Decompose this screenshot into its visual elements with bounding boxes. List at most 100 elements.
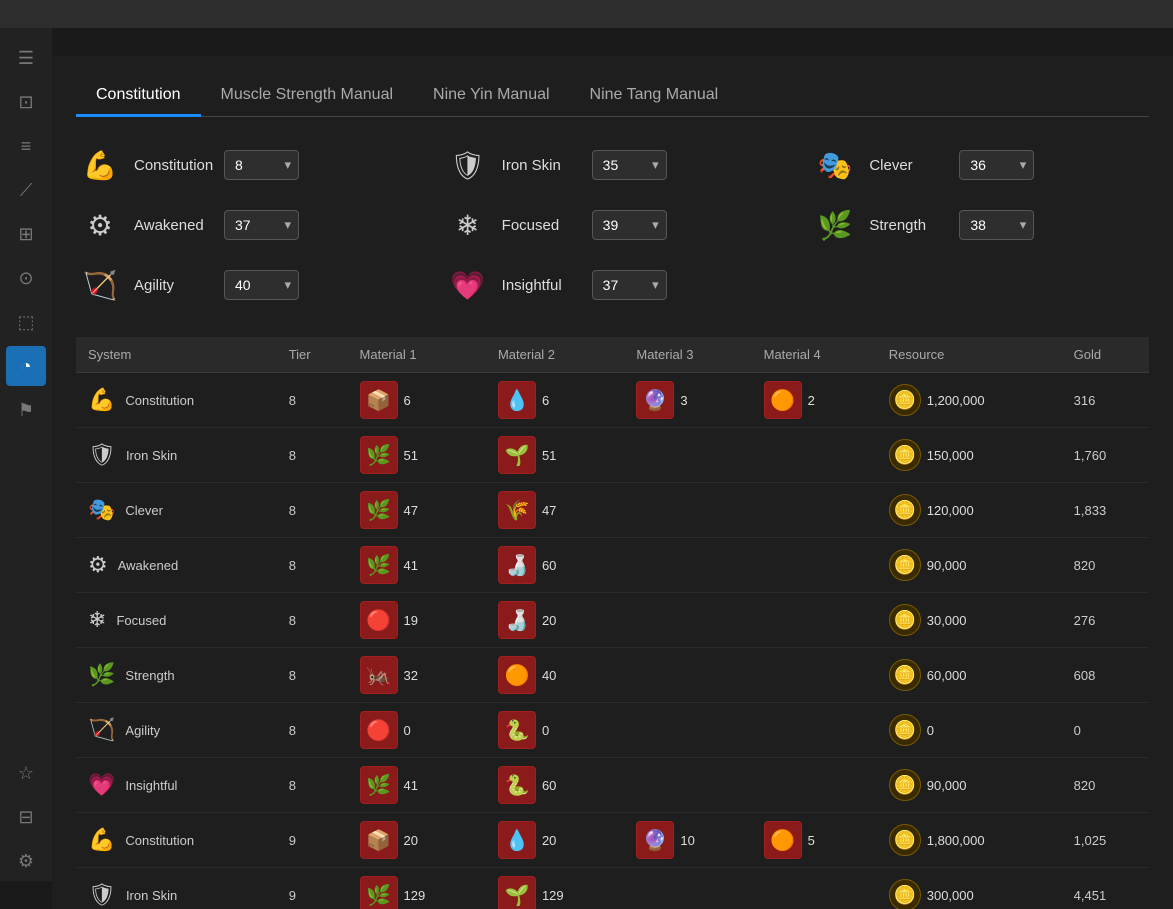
agility-label: Agility — [134, 277, 214, 294]
col-resource: Resource — [877, 337, 1062, 373]
cell-mat3 — [624, 483, 751, 538]
system-name: Iron Skin — [126, 888, 177, 903]
cell-gold: 316 — [1062, 373, 1149, 428]
grid-icon[interactable]: ⊟ — [6, 797, 46, 837]
cell-mat3-icon: 🔮 — [636, 381, 674, 419]
focused-select[interactable]: 39 — [592, 210, 667, 240]
tab-nine-yin-manual[interactable]: Nine Yin Manual — [413, 76, 570, 117]
cell-mat3 — [624, 648, 751, 703]
cell-mat4-value: 2 — [808, 393, 815, 408]
agility-select[interactable]: 40 — [224, 270, 299, 300]
system-icon: 💪 — [88, 387, 115, 413]
iron-skin-select[interactable]: 35 — [592, 150, 667, 180]
stat-row-awakened: ⚙Awakened37 — [76, 201, 414, 249]
cell-gold: 1,025 — [1062, 813, 1149, 868]
cell-mat2: 🍶20 — [486, 593, 624, 648]
flag-icon[interactable]: ⚑ — [6, 390, 46, 430]
cell-resource: 🪙1,800,000 — [877, 813, 1062, 868]
message-icon[interactable]: ⬚ — [6, 302, 46, 342]
cell-mat3: 🔮 10 — [624, 813, 751, 868]
chart-bar-icon[interactable]: ≡ — [6, 126, 46, 166]
timer-icon[interactable]: ◔ — [6, 346, 46, 386]
system-icon: 🏹 — [88, 717, 115, 743]
resource-value: 30,000 — [927, 613, 967, 628]
dashboard-icon[interactable]: ⊞ — [6, 214, 46, 254]
clever-label: Clever — [869, 157, 949, 174]
tab-constitution[interactable]: Constitution — [76, 76, 201, 117]
system-icon: 💗 — [88, 772, 115, 798]
cell-system: 🛡Iron Skin — [76, 428, 277, 483]
system-name: Strength — [125, 668, 174, 683]
clever-select[interactable]: 36 — [959, 150, 1034, 180]
awakened-select-wrapper[interactable]: 37 — [224, 210, 299, 240]
system-name: Constitution — [125, 393, 194, 408]
clever-icon: 🎭 — [811, 141, 859, 189]
agility-select-wrapper[interactable]: 40 — [224, 270, 299, 300]
cell-system: ❄Focused — [76, 593, 277, 648]
stat-row-insightful: 💗Insightful37 — [444, 261, 782, 309]
export-icon[interactable]: ⊡ — [6, 82, 46, 122]
trending-icon[interactable]: ⟋ — [6, 170, 46, 210]
cell-gold: 820 — [1062, 758, 1149, 813]
iron-skin-icon: 🛡 — [444, 141, 492, 189]
cell-mat1: 🌿41 — [348, 538, 486, 593]
cell-mat1-icon: 🌿 — [360, 491, 398, 529]
cell-system: ⚙Awakened — [76, 538, 277, 593]
strength-select-wrapper[interactable]: 38 — [959, 210, 1034, 240]
insightful-select-wrapper[interactable]: 37 — [592, 270, 667, 300]
cell-mat2-icon: 🍶 — [498, 546, 536, 584]
strength-icon: 🌿 — [811, 201, 859, 249]
cell-mat1: 📦6 — [348, 373, 486, 428]
cell-mat2-value: 6 — [542, 393, 549, 408]
cell-mat2-value: 20 — [542, 613, 556, 628]
shop-icon[interactable]: ⊙ — [6, 258, 46, 298]
cell-mat1-value: 47 — [404, 503, 418, 518]
clever-select-wrapper[interactable]: 36 — [959, 150, 1034, 180]
resource-value: 90,000 — [927, 558, 967, 573]
table-body: 💪Constitution8📦6💧6🔮3🟠2🪙1,200,000316🛡Iron… — [76, 373, 1149, 909]
col-system: System — [76, 337, 277, 373]
cell-mat4: 🟠2 — [752, 373, 877, 428]
constitution-select-wrapper[interactable]: 8 — [224, 150, 299, 180]
cell-mat3-value: 10 — [680, 833, 694, 848]
settings-icon[interactable]: ⚙ — [6, 841, 46, 881]
constitution-select[interactable]: 8 — [224, 150, 299, 180]
system-icon: ⚙ — [88, 552, 108, 578]
awakened-select[interactable]: 37 — [224, 210, 299, 240]
system-name: Constitution — [125, 833, 194, 848]
cell-mat1-value: 32 — [404, 668, 418, 683]
cell-resource: 🪙90,000 — [877, 758, 1062, 813]
tab-bar: ConstitutionMuscle Strength ManualNine Y… — [76, 76, 1149, 117]
table-header-row: SystemTierMaterial 1Material 2Material 3… — [76, 337, 1149, 373]
cell-tier: 8 — [277, 428, 348, 483]
menu-icon[interactable]: ☰ — [6, 38, 46, 78]
resource-value: 150,000 — [927, 448, 974, 463]
star-icon[interactable]: ☆ — [6, 753, 46, 793]
cell-mat2: 🌱51 — [486, 428, 624, 483]
insightful-icon: 💗 — [444, 261, 492, 309]
tab-nine-tang-manual[interactable]: Nine Tang Manual — [570, 76, 739, 117]
col-material-3: Material 3 — [624, 337, 751, 373]
iron-skin-select-wrapper[interactable]: 35 — [592, 150, 667, 180]
resource-icon: 🪙 — [889, 769, 921, 801]
cell-resource: 🪙60,000 — [877, 648, 1062, 703]
cell-mat1: 🦗32 — [348, 648, 486, 703]
constitution-icon: 💪 — [76, 141, 124, 189]
cell-mat3-icon: 🔮 — [636, 821, 674, 859]
focused-select-wrapper[interactable]: 39 — [592, 210, 667, 240]
iron-skin-label: Iron Skin — [502, 157, 582, 174]
strength-select[interactable]: 38 — [959, 210, 1034, 240]
awakened-icon: ⚙ — [76, 201, 124, 249]
cell-mat1: 🌿41 — [348, 758, 486, 813]
system-icon: 💪 — [88, 827, 115, 853]
cell-mat4-icon: 🟠 — [764, 821, 802, 859]
cell-gold: 276 — [1062, 593, 1149, 648]
cell-mat1-value: 129 — [404, 888, 426, 903]
cell-mat2-icon: 🌾 — [498, 491, 536, 529]
cell-tier: 9 — [277, 813, 348, 868]
tab-muscle-strength-manual[interactable]: Muscle Strength Manual — [201, 76, 414, 117]
insightful-select[interactable]: 37 — [592, 270, 667, 300]
cell-mat2-value: 20 — [542, 833, 556, 848]
cell-mat2-icon: 💧 — [498, 821, 536, 859]
cell-mat2-value: 129 — [542, 888, 564, 903]
